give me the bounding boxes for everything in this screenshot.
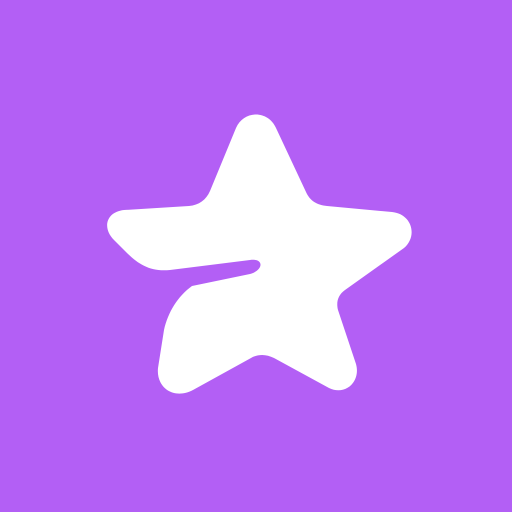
star-icon bbox=[107, 114, 412, 394]
star-glyph bbox=[107, 114, 412, 394]
app-icon-background bbox=[0, 0, 512, 512]
